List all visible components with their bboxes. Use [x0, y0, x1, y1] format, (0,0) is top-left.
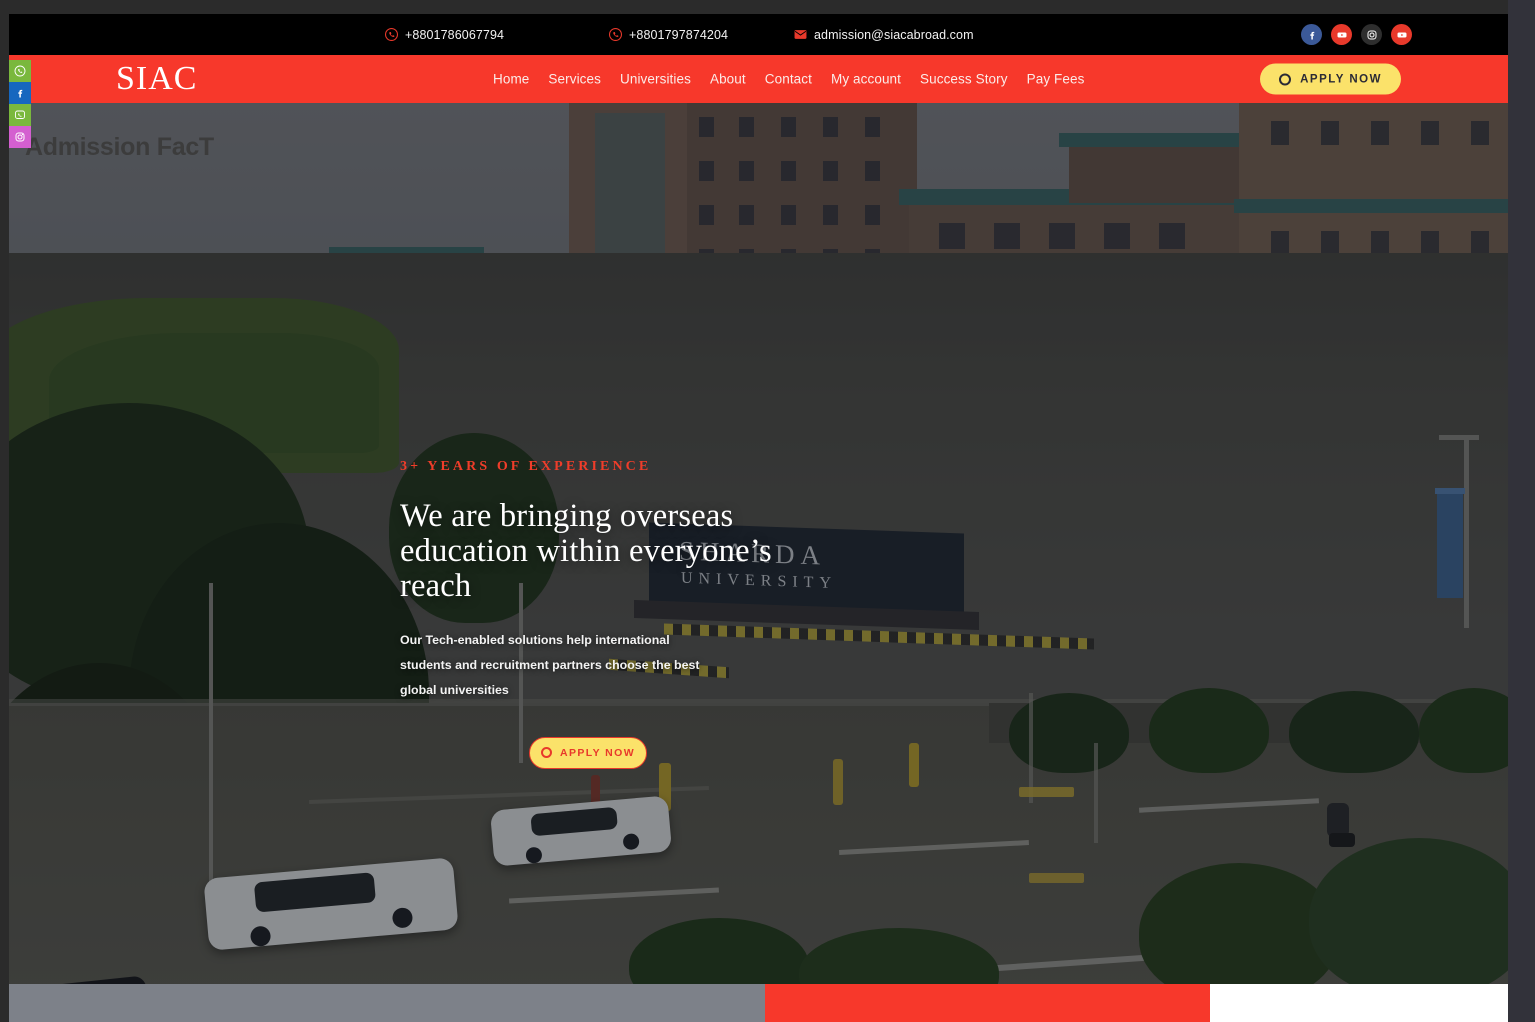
apply-now-header-label: APPLY NOW: [1300, 73, 1382, 85]
circle-dot-icon: [540, 747, 552, 759]
nav-item-pay-fees[interactable]: Pay Fees: [1027, 72, 1085, 87]
nav-menu: Home Services Universities About Contact…: [493, 72, 1084, 87]
contact-phone-1[interactable]: +8801786067794: [385, 14, 504, 55]
nav-item-about[interactable]: About: [710, 72, 746, 87]
top-social-links: [1301, 14, 1412, 55]
youtube-icon[interactable]: [1391, 24, 1412, 45]
rail-whatsapp-icon[interactable]: [9, 60, 31, 82]
bottom-strip-gray-block: [9, 984, 765, 1022]
page-viewport: +8801786067794 +8801797874204 admission@…: [9, 14, 1508, 1022]
whatsapp-icon: [609, 28, 622, 41]
hero-eyebrow: 3+ YEARS OF EXPERIENCE: [400, 459, 652, 474]
nav-item-success-story[interactable]: Success Story: [920, 72, 1008, 87]
nav-item-my-account[interactable]: My account: [831, 72, 901, 87]
envelope-icon: [794, 28, 807, 41]
apply-now-button-header[interactable]: APPLY NOW: [1260, 63, 1401, 95]
nav-item-universities[interactable]: Universities: [620, 72, 691, 87]
hero-subtitle: Our Tech-enabled solutions help internat…: [400, 633, 700, 697]
hero-text-block: 3+ YEARS OF EXPERIENCE We are bringing o…: [400, 459, 1160, 769]
top-contact-bar: +8801786067794 +8801797874204 admission@…: [9, 14, 1508, 55]
rail-whatsapp-icon[interactable]: [9, 104, 31, 126]
apply-now-hero-label: APPLY NOW: [559, 746, 636, 759]
contact-phone-2[interactable]: +8801797874204: [609, 14, 728, 55]
nav-item-services[interactable]: Services: [548, 72, 601, 87]
hero-title: We are bringing overseas education withi…: [400, 498, 772, 604]
rail-instagram-icon[interactable]: [9, 126, 31, 148]
nav-item-contact[interactable]: Contact: [765, 72, 812, 87]
apply-now-button-hero[interactable]: APPLY NOW: [529, 736, 647, 769]
instagram-icon[interactable]: [1361, 24, 1382, 45]
browser-chrome-left: [0, 0, 9, 1022]
nav-item-home[interactable]: Home: [493, 72, 529, 87]
main-navigation-bar: SIAC Home Services Universities About Co…: [9, 55, 1508, 103]
bottom-section-strip: [9, 984, 1508, 1022]
phone-2-text: +8801797874204: [629, 27, 729, 42]
phone-1-text: +8801786067794: [405, 27, 505, 42]
circle-dot-icon: [1279, 73, 1292, 85]
youtube-icon[interactable]: [1331, 24, 1352, 45]
bottom-strip-red-block: [765, 984, 1210, 1022]
floating-social-rail: [9, 60, 31, 148]
facebook-icon[interactable]: [1301, 24, 1322, 45]
browser-chrome-top: [0, 0, 1535, 14]
hero-section: SHARDA UNIVERSITY Admission FacT 3+ YEAR…: [9, 103, 1508, 984]
rail-facebook-icon[interactable]: [9, 82, 31, 104]
contact-email[interactable]: admission@siacabroad.com: [794, 14, 974, 55]
whatsapp-icon: [385, 28, 398, 41]
browser-chrome-right-scrollbar[interactable]: [1508, 0, 1535, 1022]
site-logo[interactable]: SIAC: [116, 62, 197, 96]
email-text: admission@siacabroad.com: [814, 27, 974, 42]
